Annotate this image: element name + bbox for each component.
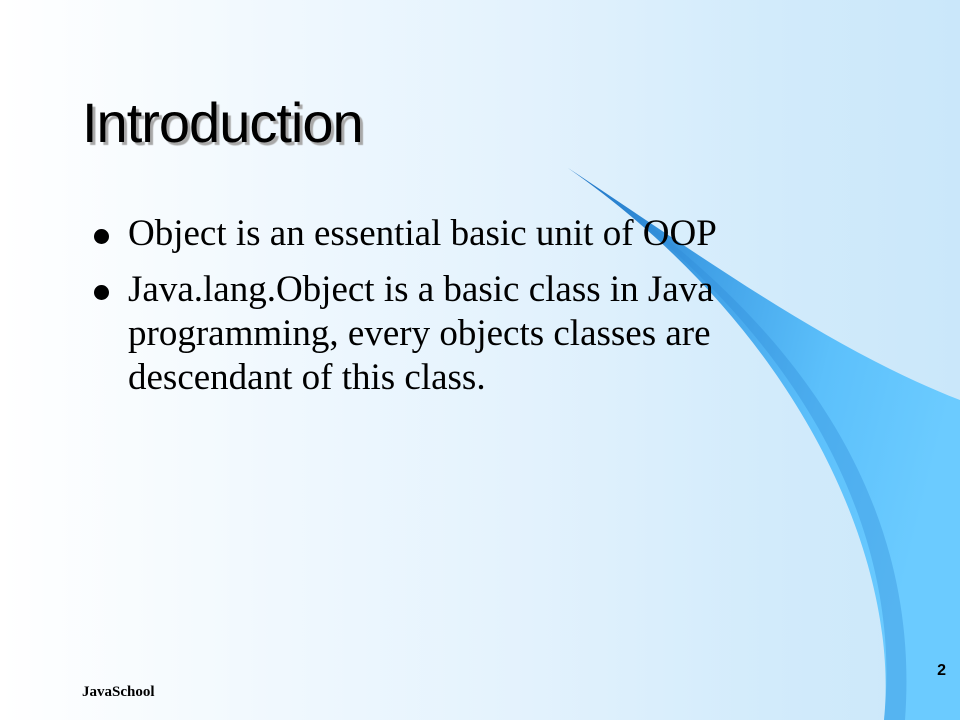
bullet-text: Object is an essential basic unit of OOP: [128, 213, 717, 254]
bullet-item: Java.lang.Object is a basic class in Jav…: [90, 268, 810, 400]
footer-brand: JavaSchool: [82, 684, 155, 700]
bullet-text: Java.lang.Object is a basic class in Jav…: [128, 269, 714, 398]
slide: Introduction Object is an essential basi…: [0, 0, 960, 720]
slide-title: Introduction: [82, 91, 364, 154]
page-number: 2: [937, 662, 946, 679]
bullet-dot-icon: [94, 285, 109, 300]
bullet-dot-icon: [94, 229, 109, 244]
bullet-item: Object is an essential basic unit of OOP: [90, 212, 810, 256]
bullet-list: Object is an essential basic unit of OOP…: [90, 212, 810, 412]
